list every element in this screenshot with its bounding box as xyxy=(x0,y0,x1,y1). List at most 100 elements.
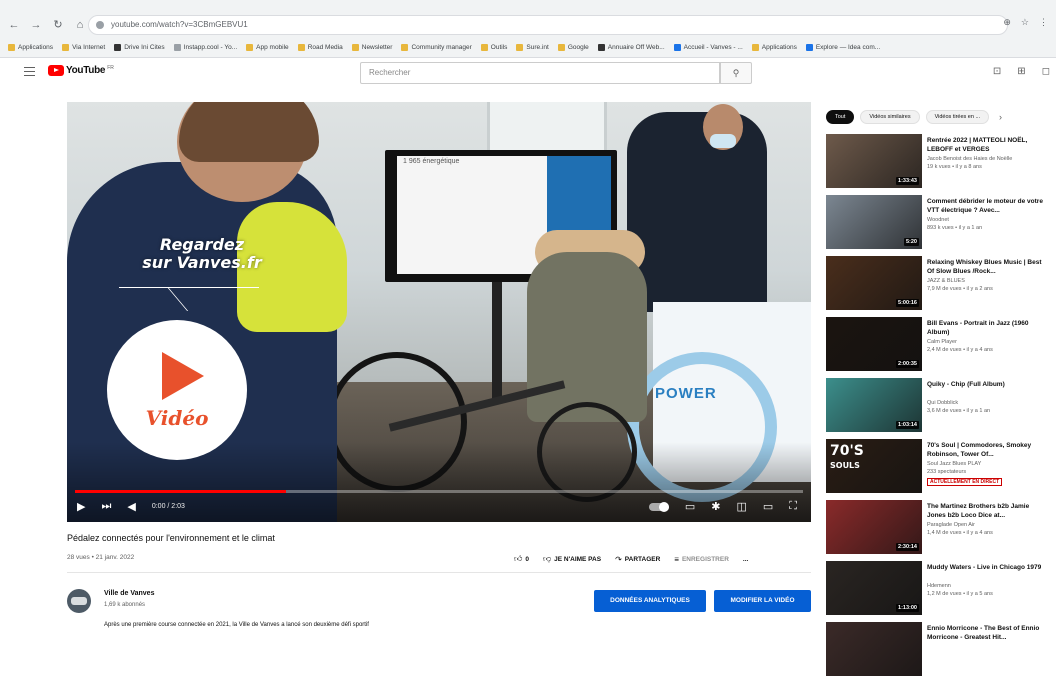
bookmark-folder-icon xyxy=(114,43,122,51)
recommendation-title[interactable]: Quiky - Chip (Full Album) xyxy=(927,381,1049,390)
recommendation-title[interactable]: Rentrée 2022 | MATTEOLI NOËL, LEBOFF et … xyxy=(927,137,1049,154)
url-bar[interactable]: youtube.com/watch?v=3CBmGEBVU1 xyxy=(88,15,1008,35)
recommendation-item[interactable]: 1:13:00 Muddy Waters - Live in Chicago 19… xyxy=(826,561,1052,622)
channel-name[interactable]: Ville de Vanves xyxy=(104,590,154,597)
recommendation-thumbnail[interactable]: 1:03:14 xyxy=(826,378,922,432)
video-player[interactable]: 1 965 énergétique POWER Regardez sur Van… xyxy=(67,102,811,522)
settings-gear-icon[interactable]: ✱ xyxy=(711,500,720,513)
home-icon[interactable]: ⌂ xyxy=(72,17,88,33)
fullscreen-icon[interactable]: ⛶ xyxy=(789,500,797,513)
bookmark-item[interactable]: Community manager xyxy=(401,43,472,51)
bookmark-item[interactable]: App mobile xyxy=(246,43,289,51)
progress-bar[interactable] xyxy=(75,490,803,493)
search-input[interactable]: Rechercher xyxy=(360,62,720,84)
youtube-logo[interactable]: YouTube FR xyxy=(48,65,114,76)
bookmark-item[interactable]: Annuaire Off Web... xyxy=(597,43,665,51)
recommendation-channel: Qui Dobblick xyxy=(927,400,959,406)
bookmark-item[interactable]: Explore — Idea com... xyxy=(805,43,881,51)
thumbs-up-icon: 👍︎ xyxy=(514,554,523,563)
next-button-icon[interactable]: ⏭ xyxy=(101,500,111,513)
edit-video-button[interactable]: MODIFIER LA VIDÉO xyxy=(714,590,811,612)
bookmark-folder-icon xyxy=(173,43,181,51)
bookmark-item[interactable]: Accueil - Vanves - ... xyxy=(673,43,743,51)
bookmark-item[interactable]: Instapp.cool - Yo... xyxy=(173,43,237,51)
bookmark-label: Newsletter xyxy=(361,43,393,51)
apps-grid-icon[interactable]: ⊞ xyxy=(1017,66,1025,77)
recommendation-channel: Soul Jazz Blues PLAY xyxy=(927,461,982,467)
share-button[interactable]: ↷ PARTAGER xyxy=(615,555,660,564)
dislike-button[interactable]: 👎︎ JE N'AIME PAS xyxy=(543,554,601,564)
recommendation-item[interactable]: 70'S SOULS 70's Soul | Commodores, Smokey … xyxy=(826,439,1052,500)
notifications-icon[interactable]: ◻ xyxy=(1042,66,1050,77)
youtube-play-logo-icon xyxy=(48,65,64,76)
video-frame-child-right xyxy=(527,252,647,422)
bookmark-label: Road Media xyxy=(307,43,343,51)
recommendation-thumbnail[interactable] xyxy=(826,622,922,676)
player-controls: ▶ ⏭ ◀ 0:00 / 2:03 ▭ ✱ ◫ ▭ ⛶ xyxy=(67,496,811,518)
bookmark-label: Explore — Idea com... xyxy=(815,43,881,51)
autoplay-toggle[interactable] xyxy=(648,501,669,512)
bookmark-star-icon[interactable]: ☆ xyxy=(1021,17,1029,28)
recommendation-thumbnail[interactable]: 5:00:16 xyxy=(826,256,922,310)
filter-chips: Tout Vidéos similaires Vidéos tirées en ..… xyxy=(826,110,1002,124)
bookmark-item[interactable]: Google xyxy=(557,43,589,51)
extensions-icon[interactable]: ⊕ xyxy=(1003,17,1011,28)
recommendation-title[interactable]: Comment débrider le moteur de votre VTT … xyxy=(927,198,1049,215)
player-controls-right: ▭ ✱ ◫ ▭ ⛶ xyxy=(648,500,797,513)
recommendation-thumbnail[interactable]: 5:20 xyxy=(826,195,922,249)
recommendation-title[interactable]: The Martinez Brothers b2b Jamie Jones b2… xyxy=(927,503,1049,520)
recommendation-thumbnail[interactable]: 2:00:35 xyxy=(826,317,922,371)
bookmark-item[interactable]: Via Internet xyxy=(62,43,105,51)
recommendation-title[interactable]: 70's Soul | Commodores, Smokey Robinson,… xyxy=(927,442,1049,459)
recommendation-item[interactable]: 5:00:16 Relaxing Whiskey Blues Music | Be… xyxy=(826,256,1052,317)
reload-icon[interactable]: ↻ xyxy=(50,17,66,33)
bookmark-item[interactable]: Drive Ini Cites xyxy=(114,43,165,51)
back-icon[interactable]: ← xyxy=(6,17,22,33)
volume-icon[interactable]: ◀ xyxy=(127,500,135,513)
recommendation-title[interactable]: Relaxing Whiskey Blues Music | Best Of S… xyxy=(927,259,1049,276)
recommendation-thumbnail[interactable]: 1:33:43 xyxy=(826,134,922,188)
play-button-icon[interactable]: ▶ xyxy=(77,500,85,513)
miniplayer-icon[interactable]: ◫ xyxy=(736,500,746,513)
create-video-icon[interactable]: ⊡ xyxy=(993,66,1001,77)
menu-icon[interactable]: ⋮ xyxy=(1039,17,1048,28)
bookmark-item[interactable]: Applications xyxy=(8,43,53,51)
save-button[interactable]: ≡ ENREGISTRER xyxy=(674,555,729,564)
filter-chip[interactable]: Vidéos similaires xyxy=(860,110,920,124)
filter-chip[interactable]: Vidéos tirées en ... xyxy=(925,110,990,124)
hamburger-menu-icon[interactable] xyxy=(24,67,35,76)
recommendation-item[interactable]: 2:30:14 The Martinez Brothers b2b Jamie J… xyxy=(826,500,1052,561)
more-actions-button[interactable]: ... xyxy=(743,556,748,563)
bookmark-item[interactable]: Newsletter xyxy=(351,43,393,51)
filter-chip[interactable]: Tout xyxy=(826,110,855,124)
bookmark-item[interactable]: Road Media xyxy=(297,43,343,51)
recommendation-thumbnail[interactable]: 2:30:14 xyxy=(826,500,922,554)
recommendation-meta: 7,9 M de vues • il y a 2 ans xyxy=(927,286,993,292)
recommendation-title[interactable]: Ennio Morricone - The Best of Ennio Morr… xyxy=(927,625,1049,642)
recommendation-thumbnail[interactable]: 70'S SOULS xyxy=(826,439,922,493)
recommendation-title[interactable]: Bill Evans - Portrait in Jazz (1960 Albu… xyxy=(927,320,1049,337)
channel-avatar[interactable] xyxy=(67,589,91,613)
forward-icon[interactable]: → xyxy=(28,17,44,33)
bookmark-item[interactable]: Outils xyxy=(480,43,507,51)
like-button[interactable]: 👍︎ 0 xyxy=(514,554,529,564)
recommendation-meta: 1,2 M de vues • il y a 5 ans xyxy=(927,591,993,597)
analytics-button[interactable]: DONNÉES ANALYTIQUES xyxy=(594,590,706,612)
search-button[interactable]: ⚲ xyxy=(720,62,752,84)
bookmark-folder-icon xyxy=(401,43,409,51)
recommendation-item[interactable]: 2:00:35 Bill Evans - Portrait in Jazz (19… xyxy=(826,317,1052,378)
bookmark-item[interactable]: Sure.int xyxy=(516,43,549,51)
chevron-right-icon[interactable]: › xyxy=(999,112,1002,122)
theater-mode-icon[interactable]: ▭ xyxy=(763,500,773,513)
recommendation-thumbnail[interactable]: 1:13:00 xyxy=(826,561,922,615)
recommendation-item[interactable]: 5:20 Comment débrider le moteur de votre … xyxy=(826,195,1052,256)
subtitles-icon[interactable]: ▭ xyxy=(685,500,695,513)
recommendation-item[interactable]: 1:03:14 Quiky - Chip (Full Album) Qui Dobb… xyxy=(826,378,1052,439)
recommendation-title[interactable]: Muddy Waters - Live in Chicago 1979 xyxy=(927,564,1049,573)
bookmark-label: Sure.int xyxy=(526,43,549,51)
bookmark-item[interactable]: Applications xyxy=(751,43,797,51)
recommendation-item[interactable]: Ennio Morricone - The Best of Ennio Morr… xyxy=(826,622,1052,683)
bookmark-label: App mobile xyxy=(256,43,289,51)
recommendation-item[interactable]: 1:33:43 Rentrée 2022 | MATTEOLI NOËL, LEB… xyxy=(826,134,1052,195)
save-playlist-icon: ≡ xyxy=(674,554,679,564)
